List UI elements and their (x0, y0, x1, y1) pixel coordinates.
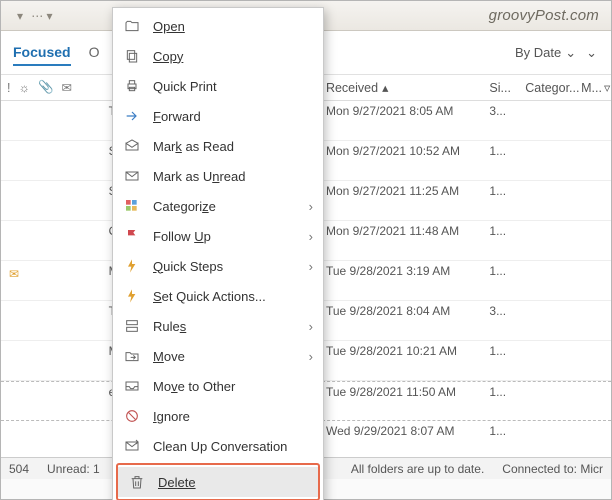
sort-by-date[interactable]: By Date ⌄ ⌄ (515, 45, 597, 61)
mail-size: 1... (489, 141, 525, 180)
mail-size: 1... (489, 181, 525, 220)
mail-received: Tue 9/28/2021 8:04 AM (326, 301, 489, 340)
cleanup-icon (123, 437, 141, 455)
trash-icon (128, 473, 146, 491)
mail-received: Tue 9/28/2021 11:50 AM (326, 382, 489, 420)
move-icon (123, 347, 141, 365)
status-sync: All folders are up to date. (351, 462, 484, 476)
lightning-icon (123, 257, 141, 275)
watermark-brand: groovyPost.com (489, 7, 599, 24)
folder-open-icon (123, 17, 141, 35)
chevron-down-icon: ⌄ (565, 45, 576, 61)
menu-mark-read[interactable]: Mark as Read (113, 131, 323, 161)
chevron-right-icon: › (309, 229, 313, 244)
categorize-icon (123, 197, 141, 215)
delete-highlight: Delete (116, 463, 320, 500)
chevron-right-icon: › (309, 259, 313, 274)
column-received[interactable]: Received▴ (326, 75, 489, 100)
mail-received: Mon 9/27/2021 8:05 AM (326, 101, 489, 140)
mail-received: Tue 9/28/2021 10:21 AM (326, 341, 489, 380)
mail-size: 3... (489, 301, 525, 340)
flag-icon (123, 227, 141, 245)
rules-icon (123, 317, 141, 335)
attachment-column-icon[interactable]: 📎 (38, 80, 54, 95)
unread-icon: ✉ (9, 267, 19, 281)
outlook-window: ▾ ⋯ ▾ groovyPost.com Focused O By Date ⌄… (0, 0, 612, 500)
mail-size: 1... (489, 261, 525, 300)
mail-received: Mon 9/27/2021 11:48 AM (326, 221, 489, 260)
chevron-right-icon: › (309, 319, 313, 334)
menu-mark-unread[interactable]: Mark as Unread (113, 161, 323, 191)
mail-received: Mon 9/27/2021 10:52 AM (326, 141, 489, 180)
menu-cleanup[interactable]: Clean Up Conversation (113, 431, 323, 461)
chevron-down-icon: ⌄ (586, 45, 597, 61)
flag-icon: ▿ (604, 80, 610, 95)
mail-size: 1... (489, 382, 525, 420)
mail-size: 1... (489, 421, 525, 457)
menu-follow-up[interactable]: Follow Up › (113, 221, 323, 251)
mail-size: 1... (489, 221, 525, 260)
column-size[interactable]: Si... (489, 75, 525, 100)
column-flag[interactable]: M...▿ (581, 75, 611, 100)
menu-move[interactable]: Move › (113, 341, 323, 371)
mail-read-icon (123, 137, 141, 155)
tab-other[interactable]: O (89, 40, 100, 66)
menu-categorize[interactable]: Categorize › (113, 191, 323, 221)
overflow-icon: ⋯ ▾ (31, 9, 52, 23)
column-category[interactable]: Categor... (525, 75, 581, 100)
menu-ignore[interactable]: Ignore (113, 401, 323, 431)
chevron-right-icon: › (309, 349, 313, 364)
mail-received: Tue 9/28/2021 3:19 AM (326, 261, 489, 300)
menu-forward[interactable]: Forward (113, 101, 323, 131)
importance-column-icon[interactable]: ! (7, 81, 10, 95)
inbox-icon (123, 377, 141, 395)
status-unread: Unread: 1 (47, 462, 100, 476)
ignore-icon (123, 407, 141, 425)
forward-icon (123, 107, 141, 125)
mail-received: Mon 9/27/2021 11:25 AM (326, 181, 489, 220)
readstate-column-icon[interactable]: ✉ (62, 80, 72, 95)
mail-size: 3... (489, 101, 525, 140)
menu-set-quick-actions[interactable]: Set Quick Actions... (113, 281, 323, 311)
sort-asc-icon: ▴ (382, 80, 388, 95)
mail-size: 1... (489, 341, 525, 380)
context-menu: Open Copy Quick Print Forward Mark as Re… (112, 7, 324, 500)
chevron-right-icon: › (309, 199, 313, 214)
menu-copy[interactable]: Copy (113, 41, 323, 71)
menu-open[interactable]: Open (113, 11, 323, 41)
status-item-count: 504 (9, 462, 29, 476)
reminder-column-icon[interactable]: ☼ (18, 81, 29, 95)
menu-move-to-other[interactable]: Move to Other (113, 371, 323, 401)
chevron-down-icon: ▾ (17, 9, 23, 23)
copy-icon (123, 47, 141, 65)
print-icon (123, 77, 141, 95)
status-connected: Connected to: Micr (502, 462, 603, 476)
tab-focused[interactable]: Focused (13, 40, 71, 66)
mail-received: Wed 9/29/2021 8:07 AM (326, 421, 489, 457)
menu-delete[interactable]: Delete (118, 467, 318, 497)
menu-quick-steps[interactable]: Quick Steps › (113, 251, 323, 281)
ribbon-collapse[interactable]: ▾ ⋯ ▾ (13, 7, 53, 24)
mail-unread-icon (123, 167, 141, 185)
menu-rules[interactable]: Rules › (113, 311, 323, 341)
menu-quick-print[interactable]: Quick Print (113, 71, 323, 101)
lightning-small-icon (123, 287, 141, 305)
